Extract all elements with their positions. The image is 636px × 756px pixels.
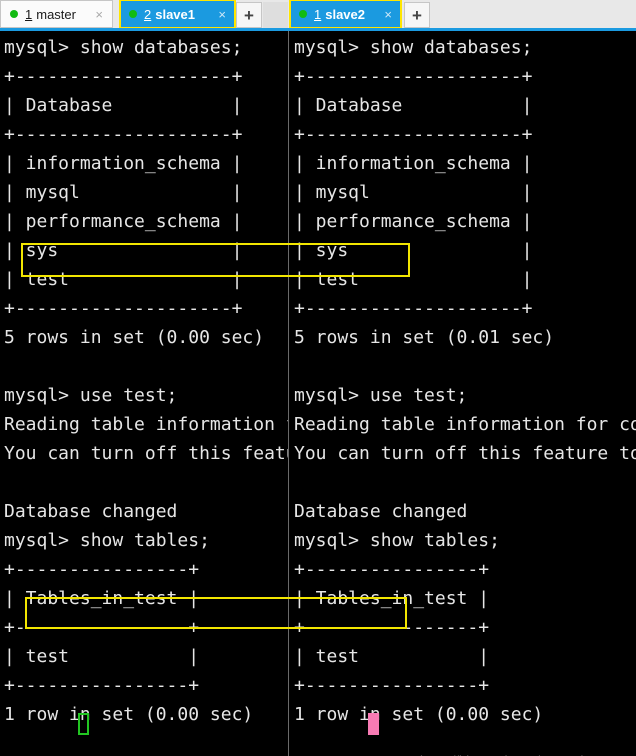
terminal-line: Reading table information for completion… <box>294 414 636 435</box>
terminal-line: | performance_schema | <box>294 211 533 232</box>
terminal-pane-slave1[interactable]: mysql> show databases; +-----------------… <box>0 31 288 756</box>
terminal-line: +--------------------+ <box>4 298 243 319</box>
terminal-cursor-slave1 <box>78 713 89 735</box>
terminal-line: | sys | <box>294 240 533 261</box>
terminal-line: +----------------+ <box>4 675 200 696</box>
tab-index-slave1: 2 <box>144 6 152 22</box>
terminal-line: +--------------------+ <box>4 124 243 145</box>
terminal-line: | Database | <box>294 95 533 116</box>
tab-index-slave2: 1 <box>314 6 322 22</box>
tab-close-icon-slave1[interactable]: × <box>218 8 226 21</box>
tabbar-spacer-left <box>263 2 288 28</box>
terminal-line: | performance_schema | <box>4 211 243 232</box>
tab-slave1[interactable]: 2 slave1 × <box>119 0 236 29</box>
terminal-line: +--------------------+ <box>294 66 533 87</box>
terminal-line: 1 row in set (0.00 sec) <box>294 704 544 725</box>
terminal-output-slave2: mysql> show databases; +-----------------… <box>294 33 636 756</box>
terminal-output-slave1: mysql> show databases; +-----------------… <box>4 33 288 756</box>
terminal-line: mysql> show tables; <box>4 530 210 551</box>
tab-label-slave1: slave1 <box>155 6 195 22</box>
terminal-line: | sys | <box>4 240 243 261</box>
terminal-line: | Tables_in_test | <box>4 588 200 609</box>
terminal-pane-slave2[interactable]: mysql> show databases; +-----------------… <box>290 31 636 756</box>
terminal-line: | test | <box>294 646 490 667</box>
terminal-line: Database changed <box>4 501 178 522</box>
terminal-line: mysql> use test; <box>4 385 178 406</box>
terminal-line: You can turn off this feature to get a q… <box>294 443 636 464</box>
terminal-line: 1 row in set (0.00 sec) <box>4 704 254 725</box>
terminal-line: Reading table information for completion… <box>4 414 288 435</box>
terminal-line: +--------------------+ <box>294 298 533 319</box>
session-status-dot-icon <box>129 10 137 18</box>
terminal-area: mysql> show databases; +-----------------… <box>0 31 636 756</box>
terminal-line: | information_schema | <box>294 153 533 174</box>
tab-master[interactable]: 1 master × <box>0 0 113 28</box>
terminal-line: Database changed <box>294 501 468 522</box>
terminal-line: +----------------+ <box>4 617 200 638</box>
terminal-line: +----------------+ <box>4 559 200 580</box>
terminal-line: +--------------------+ <box>294 124 533 145</box>
pane-divider[interactable] <box>288 31 289 756</box>
terminal-line: | test | <box>4 269 243 290</box>
tab-close-icon-master[interactable]: × <box>95 8 103 21</box>
terminal-line: You can turn off this feature to get a q… <box>4 443 288 464</box>
terminal-line: +----------------+ <box>294 675 490 696</box>
tab-label-slave2: slave2 <box>325 6 365 22</box>
tab-index-master: 1 <box>25 6 33 22</box>
terminal-line: | test | <box>294 269 533 290</box>
terminal-line: | mysql | <box>294 182 533 203</box>
terminal-line: | mysql | <box>4 182 243 203</box>
terminal-line: mysql> show databases; <box>294 37 533 58</box>
tab-label-master: master <box>36 6 76 22</box>
terminal-line: | information_schema | <box>4 153 243 174</box>
terminal-line: +--------------------+ <box>4 66 243 87</box>
terminal-line: mysql> show databases; <box>4 37 243 58</box>
terminal-line: 5 rows in set (0.00 sec) <box>4 327 265 348</box>
tab-bar: 1 master × 2 slave1 × + 1 slave2 × + <box>0 0 636 31</box>
terminal-line: | Tables_in_test | <box>294 588 490 609</box>
terminal-cursor-slave2 <box>368 713 379 735</box>
terminal-line: mysql> use test; <box>294 385 468 406</box>
session-status-dot-icon <box>10 10 18 18</box>
new-tab-button-right[interactable]: + <box>404 2 430 28</box>
terminal-line: | Database | <box>4 95 243 116</box>
terminal-line: | test | <box>4 646 200 667</box>
terminal-line: mysql> show tables; <box>294 530 500 551</box>
terminal-line: +----------------+ <box>294 617 490 638</box>
tab-slave2[interactable]: 1 slave2 × <box>289 0 402 29</box>
terminal-line: 5 rows in set (0.01 sec) <box>294 327 555 348</box>
tab-close-icon-slave2[interactable]: × <box>384 8 392 21</box>
new-tab-button-left[interactable]: + <box>236 2 262 28</box>
session-status-dot-icon <box>299 10 307 18</box>
terminal-line: +----------------+ <box>294 559 490 580</box>
